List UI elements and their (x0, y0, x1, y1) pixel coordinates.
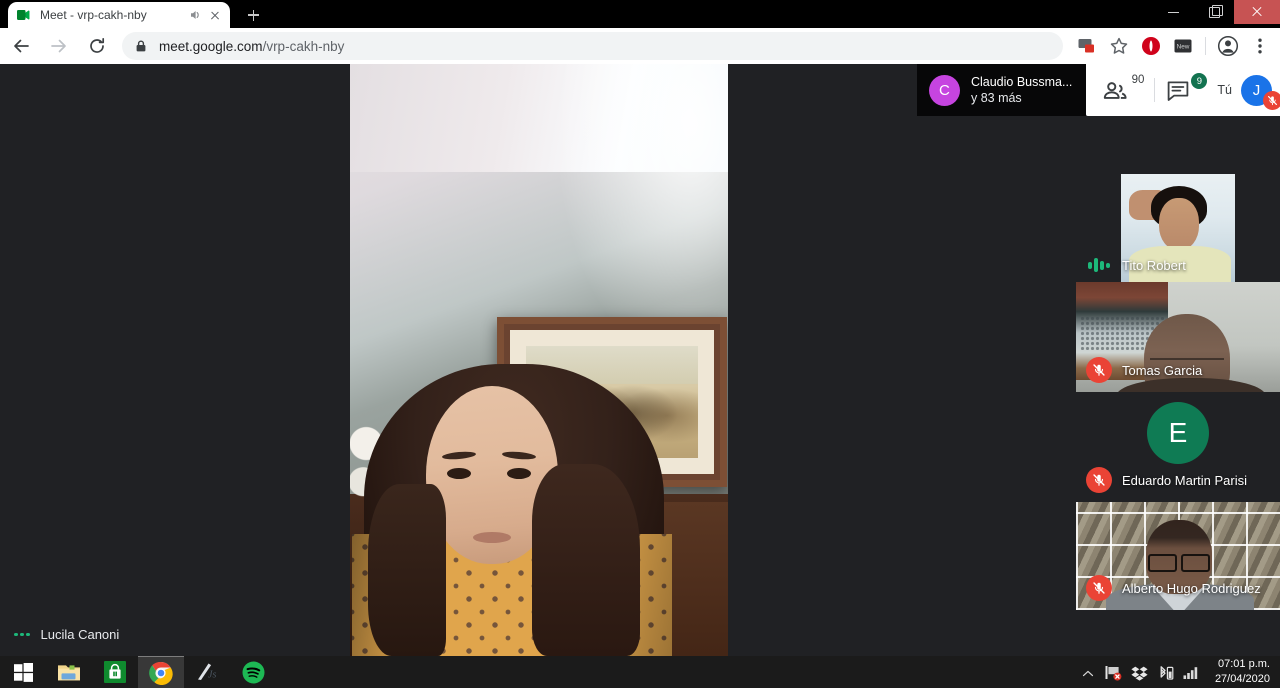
participant-name: Tito Robert (1122, 257, 1186, 273)
participant-name: Eduardo Martin Parisi (1122, 472, 1247, 488)
window-minimize-button[interactable] (1154, 0, 1194, 24)
extension-new-icon[interactable]: New (1169, 32, 1197, 60)
tab-audio-playing-icon[interactable] (187, 7, 203, 23)
active-speaker-labels: Claudio Bussma... y 83 más (971, 74, 1072, 107)
avatar[interactable]: J (1241, 74, 1280, 110)
avatar-initial: E (1168, 417, 1188, 448)
show-hidden-icons-chevron[interactable] (1079, 664, 1096, 681)
wifi-signal-icon[interactable] (1183, 664, 1200, 681)
chrome-menu-icon[interactable] (1246, 32, 1274, 60)
chrome-browser-window: Meet - vrp-cakh-nby meet.google.com/vrp-… (0, 0, 1280, 688)
self-view-name: Lucila Canoni (40, 627, 120, 642)
google-chrome-icon[interactable] (138, 656, 184, 688)
microsoft-store-icon[interactable] (92, 656, 138, 688)
participant-sidebar: Tito Robert Tomas Garcia E Eduardo Marti… (1076, 64, 1280, 656)
tab-strip: Meet - vrp-cakh-nby (0, 0, 1280, 28)
back-button[interactable] (4, 29, 38, 63)
toolbar-divider (1205, 37, 1206, 55)
person-eye-left (447, 468, 471, 479)
participant-tile-tomas-garcia[interactable]: Tomas Garcia (1076, 282, 1280, 392)
file-explorer-icon[interactable] (46, 656, 92, 688)
avatar-initial: C (939, 81, 950, 99)
clock-date: 27/04/2020 (1214, 673, 1270, 685)
tito-face (1159, 198, 1199, 250)
self-account-block: Tú J (1211, 74, 1280, 110)
address-bar-url: meet.google.com/vrp-cakh-nby (159, 39, 344, 54)
forward-button[interactable] (42, 29, 76, 63)
alberto-glasses (1148, 554, 1210, 572)
cast-icon[interactable] (1073, 32, 1101, 60)
audio-level-bars-icon (1086, 257, 1112, 273)
participant-tile-tito-robert[interactable]: Tito Robert (1076, 174, 1280, 282)
audio-level-dots-icon (14, 629, 30, 641)
participant-name-chip: Alberto Hugo Rodriguez (1086, 575, 1261, 601)
mic-off-icon (1086, 575, 1112, 601)
new-tab-button[interactable] (239, 3, 267, 27)
active-speaker-others: y 83 más (970, 91, 1022, 105)
url-path: /vrp-cakh-nby (262, 38, 345, 54)
network-error-flag-icon[interactable] (1105, 664, 1122, 681)
participant-name: Alberto Hugo Rodriguez (1122, 580, 1261, 596)
person-hair-front-right (532, 464, 640, 656)
person-lips (473, 532, 511, 543)
self-view-name-chip: Lucila Canoni (14, 627, 119, 642)
action-divider (1154, 78, 1156, 102)
mic-off-icon (1086, 357, 1112, 383)
profile-avatar-icon[interactable] (1214, 32, 1242, 60)
taskbar-clock[interactable]: 07:01 p.m. 27/04/2020 (1209, 657, 1274, 687)
participant-name-chip: Tito Robert (1086, 257, 1186, 273)
tab-title: Meet - vrp-cakh-nby (40, 8, 147, 22)
chat-unread-badge: 9 (1191, 73, 1208, 89)
meet-stage: Lucila Canoni Tito Robert Tomas Garcia E… (0, 64, 1280, 656)
address-bar[interactable]: meet.google.com/vrp-cakh-nby (122, 32, 1063, 60)
windows-taskbar: Js 07:01 p.m. 27/04/2020 (0, 656, 1280, 688)
participant-name-chip: Tomas Garcia (1086, 357, 1202, 383)
meet-top-bar: C Claudio Bussma... y 83 más 90 9 Tú J (916, 64, 1280, 116)
participant-name: Tomas Garcia (1122, 362, 1203, 378)
system-tray: 07:01 p.m. 27/04/2020 (1079, 656, 1280, 688)
meet-action-bar: 90 9 Tú J (1086, 64, 1280, 116)
bookmark-star-icon[interactable] (1105, 32, 1133, 60)
reload-button[interactable] (80, 29, 114, 63)
avatar-initial: J (1252, 81, 1261, 99)
participants-count: 90 (1131, 74, 1145, 86)
participant-name-chip: Eduardo Martin Parisi (1086, 467, 1247, 493)
google-meet-favicon (15, 7, 31, 23)
participant-tile-eduardo-martin-parisi[interactable]: E Eduardo Martin Parisi (1076, 392, 1280, 502)
start-button[interactable] (0, 656, 46, 688)
dropbox-icon[interactable] (1131, 664, 1148, 681)
site-secure-lock-icon[interactable] (134, 39, 148, 53)
you-label: Tú (1217, 83, 1232, 97)
person-hair-front-left (368, 484, 446, 656)
page-viewport: Lucila Canoni Tito Robert Tomas Garcia E… (0, 64, 1280, 656)
svg-text:Js: Js (208, 670, 216, 681)
chat-button[interactable]: 9 (1163, 70, 1209, 110)
tab-close-icon[interactable] (207, 7, 223, 23)
toolbar-icons: New (1071, 32, 1280, 60)
avatar: C (928, 74, 960, 106)
svg-text:New: New (1177, 44, 1190, 51)
participants-button[interactable]: 90 (1100, 70, 1146, 110)
window-restore-button[interactable] (1194, 0, 1234, 24)
vscode-js-icon[interactable]: Js (184, 656, 230, 688)
mic-off-icon (1086, 467, 1112, 493)
bluetooth-battery-icon[interactable] (1157, 664, 1174, 681)
participant-tile-alberto-hugo-rodriguez[interactable]: Alberto Hugo Rodriguez (1076, 502, 1280, 610)
active-speaker-name: Claudio Bussma... (970, 74, 1073, 89)
mic-off-icon (1263, 90, 1280, 110)
browser-tab-meet[interactable]: Meet - vrp-cakh-nby (8, 2, 230, 28)
window-close-button[interactable] (1234, 0, 1280, 24)
active-speaker-chip: C Claudio Bussma... y 83 más (916, 64, 1087, 116)
main-speaker-video[interactable] (350, 64, 728, 656)
person-eye-right (507, 468, 531, 479)
extension-red-icon[interactable] (1137, 32, 1165, 60)
clock-time: 07:01 p.m. (1218, 658, 1270, 671)
window-controls (1154, 0, 1280, 24)
browser-toolbar: meet.google.com/vrp-cakh-nby New (0, 28, 1280, 64)
url-host: meet.google.com (159, 38, 263, 54)
spotify-icon[interactable] (230, 656, 276, 688)
avatar: E (1147, 402, 1209, 464)
